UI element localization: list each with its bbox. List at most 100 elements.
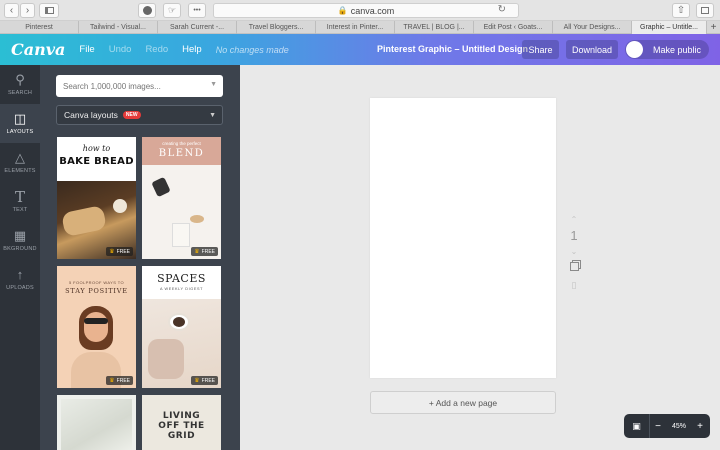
- layout-card-living-off-grid[interactable]: LIVING OFF THE GRID: [142, 395, 221, 450]
- layout-card-texture[interactable]: [57, 395, 136, 450]
- reload-icon[interactable]: ↻: [498, 4, 506, 15]
- back-button[interactable]: ‹: [4, 3, 19, 18]
- toggle-knob: [626, 41, 643, 58]
- tab-label: Tailwind - Visual...: [90, 24, 146, 31]
- elements-icon: △: [15, 150, 25, 165]
- tab-label: Sarah Current -...: [169, 24, 225, 31]
- new-tab-button[interactable]: +: [707, 21, 720, 34]
- browser-tab[interactable]: Pinterest: [0, 21, 79, 34]
- chevron-down-icon[interactable]: ▼: [210, 81, 217, 88]
- image-search-box[interactable]: ▼: [56, 75, 223, 97]
- tabs-overview-button[interactable]: [696, 3, 714, 18]
- bread-photo: ♛ FREE: [57, 181, 136, 259]
- plus-icon: +: [697, 420, 703, 432]
- present-icon: ▣: [632, 420, 641, 431]
- minus-icon: −: [655, 420, 661, 432]
- duplicate-page-icon[interactable]: [569, 262, 579, 271]
- chevron-down-icon: ▼: [209, 112, 216, 119]
- tab-label: Graphic – Untitle...: [640, 24, 698, 31]
- sidebar-icon: [44, 7, 54, 14]
- extension-button[interactable]: ☞: [163, 3, 181, 18]
- menu-help[interactable]: Help: [182, 44, 202, 55]
- sidebar-toggle-button[interactable]: [39, 3, 59, 18]
- browser-tab[interactable]: Travel Bloggers...: [237, 21, 316, 34]
- browser-tab[interactable]: Interest in Pinter...: [316, 21, 395, 34]
- menu-undo[interactable]: Undo: [109, 44, 132, 55]
- present-button[interactable]: ▣: [624, 414, 650, 438]
- layout-card-bake-bread[interactable]: how to BAKE BREAD ♛ FREE: [57, 137, 136, 259]
- tool-rail: ⚲ SEARCH ◫ LAYOUTS △ ELEMENTS T TEXT ▦ B…: [0, 65, 40, 450]
- zoom-in-button[interactable]: +: [692, 421, 708, 432]
- make-public-label: Make public: [653, 44, 702, 55]
- menu-file[interactable]: File: [79, 44, 94, 55]
- delete-page-icon[interactable]: ▯: [572, 280, 577, 291]
- rail-layouts[interactable]: ◫ LAYOUTS: [0, 104, 40, 143]
- browser-tab[interactable]: Edit Post ‹ Goats...: [474, 21, 553, 34]
- rail-background[interactable]: ▦ BKGROUND: [0, 221, 40, 260]
- browser-tab[interactable]: Sarah Current -...: [158, 21, 237, 34]
- rail-uploads[interactable]: ↑ UPLOADS: [0, 260, 40, 299]
- extension-button-2[interactable]: •••: [188, 3, 206, 18]
- share-button[interactable]: Share: [522, 40, 559, 59]
- image-search-input[interactable]: [63, 81, 203, 91]
- menu-redo[interactable]: Redo: [145, 44, 168, 55]
- browser-tab[interactable]: All Your Designs...: [553, 21, 632, 34]
- desk-photo: ♛ FREE: [142, 299, 221, 388]
- card-title-line: OFF THE: [158, 421, 205, 431]
- make-public-toggle[interactable]: Make public: [625, 40, 709, 59]
- crown-icon: ♛: [194, 378, 200, 384]
- rail-label: BKGROUND: [3, 246, 37, 252]
- tabs-icon: [701, 7, 709, 14]
- rail-text[interactable]: T TEXT: [0, 182, 40, 221]
- rail-label: ELEMENTS: [4, 168, 36, 174]
- browser-tab-active[interactable]: Graphic – Untitle...: [632, 21, 707, 34]
- tab-label: Pinterest: [25, 24, 53, 31]
- layout-card-spaces[interactable]: SPACES A WEEKLY DIGEST ♛ FREE: [142, 266, 221, 388]
- zoom-controls: ▣ − 45% +: [624, 414, 710, 438]
- lock-icon: 🔒: [337, 6, 348, 15]
- rail-search[interactable]: ⚲ SEARCH: [0, 65, 40, 104]
- layout-card-blend[interactable]: creating the perfect BLEND ♛ FREE: [142, 137, 221, 259]
- layouts-dropdown[interactable]: Canva layouts NEW ▼: [56, 105, 223, 125]
- browser-tab[interactable]: Tailwind - Visual...: [79, 21, 158, 34]
- card-title-text: STAY POSITIVE: [65, 287, 128, 295]
- free-label: FREE: [116, 248, 130, 255]
- pinterest-extension-button[interactable]: [138, 3, 156, 18]
- free-badge: ♛ FREE: [191, 376, 218, 385]
- browser-tab-bar: Pinterest Tailwind - Visual... Sarah Cur…: [0, 21, 720, 34]
- rail-elements[interactable]: △ ELEMENTS: [0, 143, 40, 182]
- tab-label: All Your Designs...: [563, 24, 621, 31]
- browser-tab[interactable]: TRAVEL | BLOG |...: [395, 21, 474, 34]
- zoom-level[interactable]: 45%: [666, 423, 692, 430]
- move-down-icon[interactable]: ⌄: [571, 247, 578, 256]
- download-button[interactable]: Download: [566, 40, 618, 59]
- card-title-line: GRID: [167, 431, 196, 441]
- move-up-icon[interactable]: ⌃: [571, 215, 578, 224]
- background-icon: ▦: [13, 228, 27, 243]
- layouts-panel: ▼ Canva layouts NEW ▼ how to BAKE BREAD …: [40, 65, 240, 450]
- card-small-text: creating the perfect: [162, 141, 201, 146]
- card-title-text: BLEND: [158, 148, 205, 159]
- canva-logo[interactable]: Canva: [11, 40, 65, 59]
- add-new-page-button[interactable]: + Add a new page: [370, 391, 556, 414]
- crown-icon: ♛: [194, 249, 200, 255]
- layout-card-stay-positive[interactable]: 5 FOOLPROOF WAYS TO STAY POSITIVE ♛ FREE: [57, 266, 136, 388]
- coffee-photo: ♛ FREE: [142, 165, 221, 259]
- crown-icon: ♛: [109, 249, 115, 255]
- texture-photo: [61, 399, 132, 450]
- new-badge: NEW: [122, 111, 141, 119]
- tab-label: Travel Bloggers...: [248, 24, 304, 31]
- dots-icon: •••: [193, 7, 201, 14]
- design-page[interactable]: [370, 98, 556, 378]
- card-script-text: how to: [82, 144, 111, 153]
- design-title[interactable]: Pinterest Graphic – Untitled Design: [377, 44, 528, 54]
- page-number: 1: [570, 228, 578, 243]
- tab-label: Edit Post ‹ Goats...: [483, 24, 543, 31]
- plus-icon: +: [710, 22, 717, 33]
- rail-label: SEARCH: [7, 90, 33, 96]
- forward-button[interactable]: ›: [20, 3, 35, 18]
- free-label: FREE: [116, 377, 130, 384]
- zoom-out-button[interactable]: −: [650, 421, 666, 432]
- address-bar[interactable]: 🔒 canva.com ↻: [213, 3, 519, 18]
- share-browser-button[interactable]: ⇧: [672, 3, 690, 18]
